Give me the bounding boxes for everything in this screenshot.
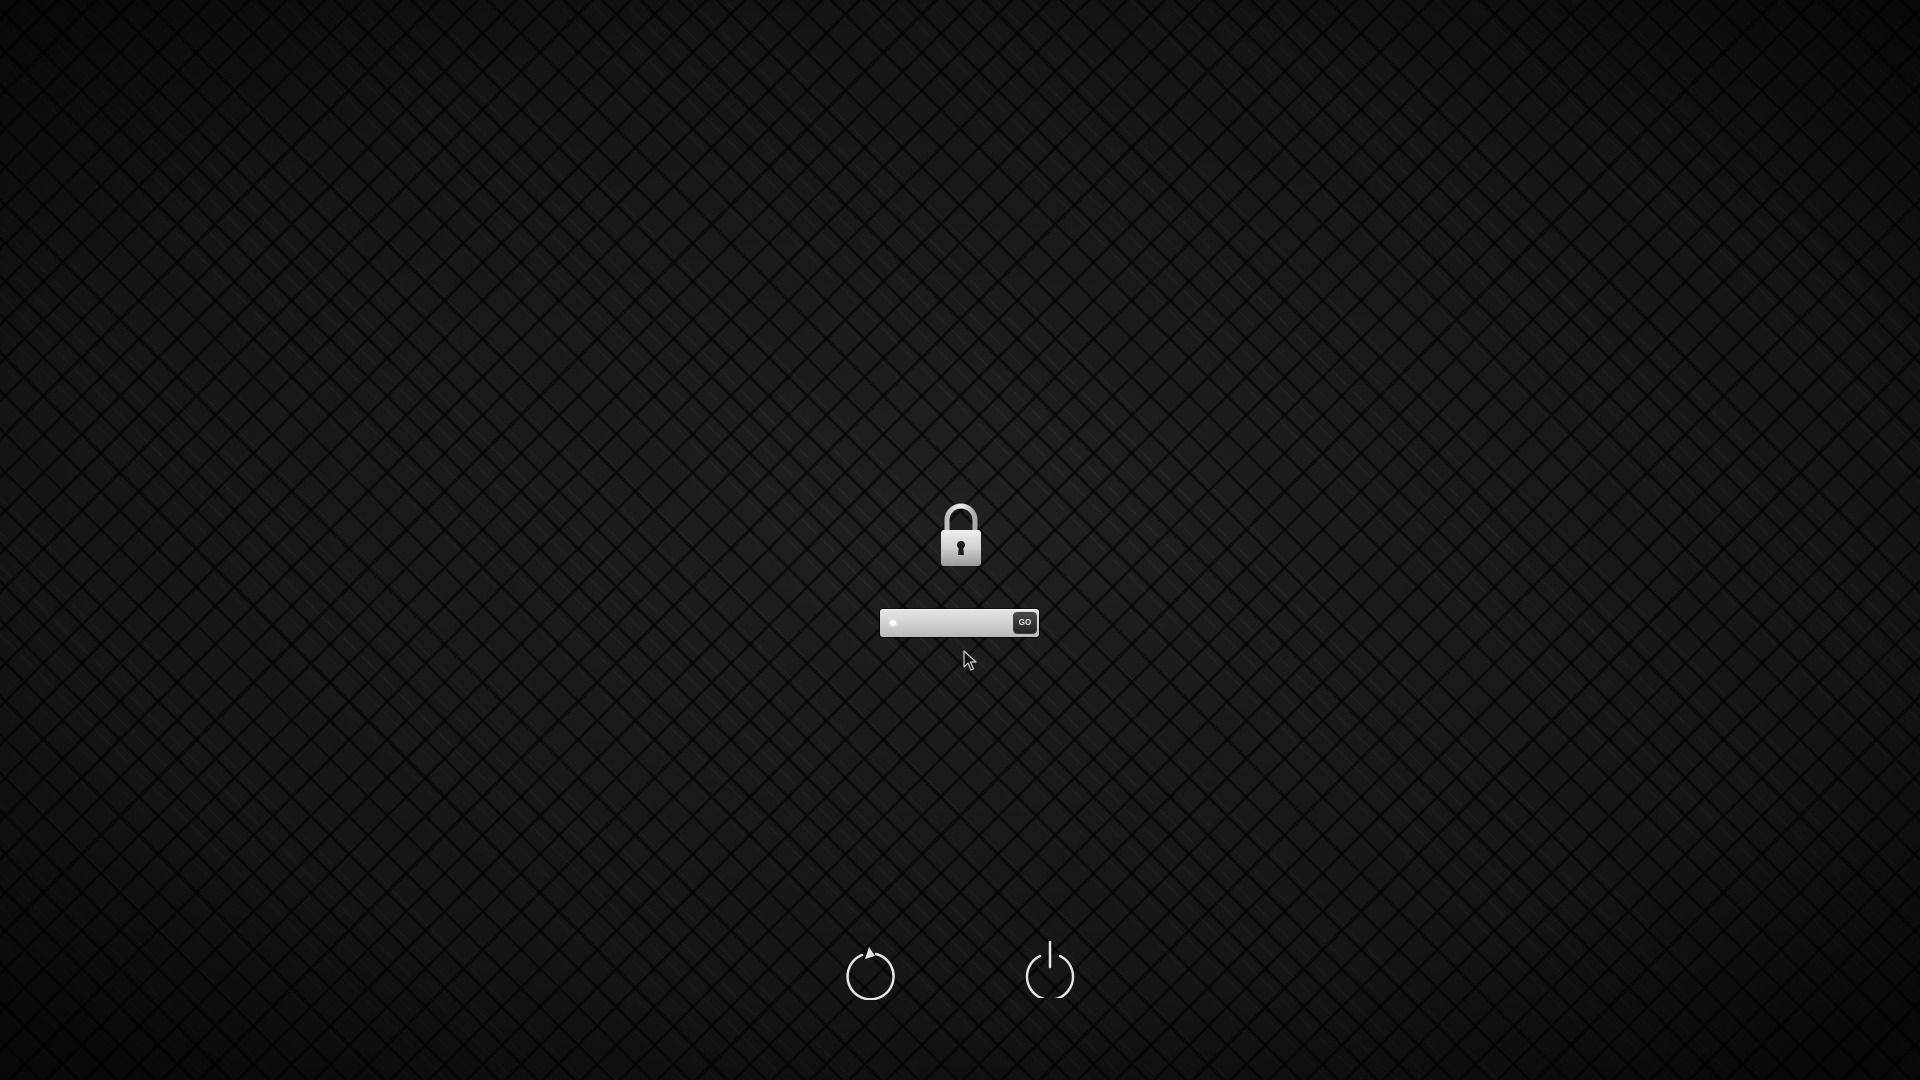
shutdown-button[interactable] — [1023, 940, 1077, 1001]
lock-icon — [938, 500, 984, 568]
password-field[interactable]: GO — [880, 609, 1039, 637]
mouse-pointer-icon — [963, 650, 977, 672]
input-focus-dot — [890, 620, 896, 626]
restart-icon — [846, 947, 895, 1001]
lock-screen: GO — [0, 0, 1920, 1080]
go-button[interactable]: GO — [1014, 613, 1036, 633]
password-input[interactable] — [886, 613, 1012, 633]
restart-button[interactable] — [843, 942, 897, 1001]
power-icon — [1025, 940, 1075, 1001]
